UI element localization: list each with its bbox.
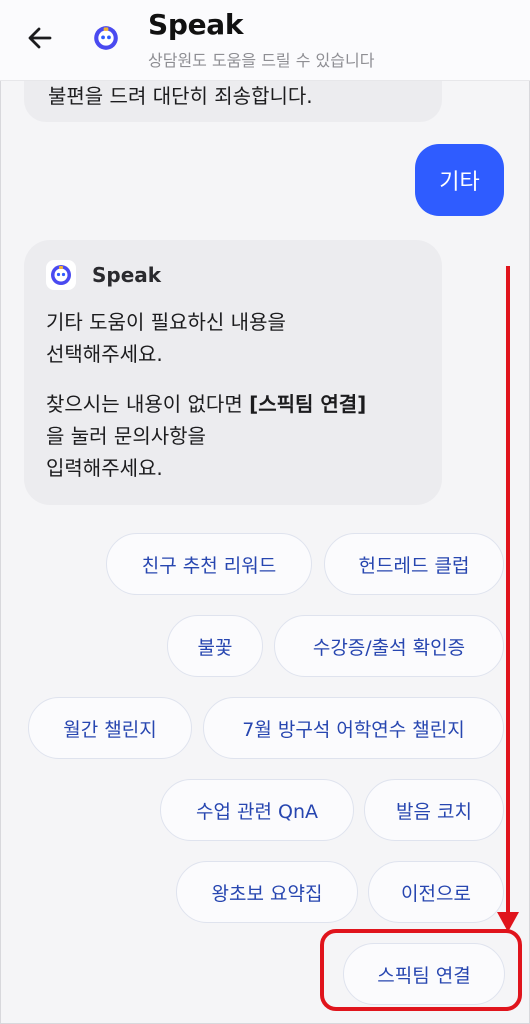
arrow-left-icon (26, 24, 54, 56)
message-text: 찾으시는 내용이 없다면 (46, 392, 250, 416)
back-button[interactable] (20, 20, 60, 60)
user-message-bubble: 기타 (415, 144, 504, 216)
quick-reply-button[interactable]: 발음 코치 (364, 779, 504, 841)
bot-message-line: 기타 도움이 필요하신 내용을 (46, 310, 286, 334)
quick-reply-button[interactable]: 수업 관련 QnA (160, 779, 354, 841)
speak-bot-icon (46, 260, 76, 290)
user-message-text: 기타 (439, 170, 480, 195)
back-to-previous-button[interactable]: 이전으로 (368, 861, 504, 923)
bot-message-line: 찾으시는 내용이 없다면 [스픽팀 연결] (46, 388, 366, 420)
bot-message-header: Speak (46, 260, 161, 290)
bot-name: Speak (92, 263, 162, 287)
previous-bot-text: 불편을 드려 대단히 죄송합니다. (48, 84, 313, 108)
page-subtitle: 상담원도 도움을 드릴 수 있습니다 (148, 51, 375, 70)
speak-bot-icon (90, 22, 122, 54)
quick-reply-button[interactable]: 수강증/출석 확인증 (274, 615, 504, 677)
quick-reply-button[interactable]: 월간 챌린지 (28, 697, 192, 759)
quick-reply-button[interactable]: 헌드레드 클럽 (324, 533, 504, 595)
bot-message-line: 을 눌러 문의사항을 (46, 424, 206, 448)
bot-message-text-2: 찾으시는 내용이 없다면 [스픽팀 연결] 을 눌러 문의사항을 입력해주세요. (46, 388, 366, 484)
quick-reply-button[interactable]: 불꽃 (167, 615, 263, 677)
bot-message-text: 기타 도움이 필요하신 내용을 선택해주세요. (46, 306, 286, 370)
bot-message-line: 선택해주세요. (46, 342, 163, 366)
app-header: Speak 상담원도 도움을 드릴 수 있습니다 (0, 0, 530, 81)
quick-reply-button[interactable]: 친구 추천 리워드 (106, 533, 312, 595)
connect-speak-team-button[interactable]: 스픽팀 연결 (343, 943, 505, 1005)
bot-message-line: 입력해주세요. (46, 456, 163, 480)
quick-reply-button[interactable]: 왕초보 요약집 (176, 861, 358, 923)
annotation-arrow-line (506, 266, 510, 916)
annotation-arrow-head (497, 912, 519, 932)
bot-message-bubble: Speak 기타 도움이 필요하신 내용을 선택해주세요. 찾으시는 내용이 없… (24, 240, 442, 505)
page-title: Speak (148, 8, 244, 41)
message-bold-text: [스픽팀 연결] (249, 392, 367, 416)
quick-reply-button[interactable]: 7월 방구석 어학연수 챌린지 (203, 697, 504, 759)
